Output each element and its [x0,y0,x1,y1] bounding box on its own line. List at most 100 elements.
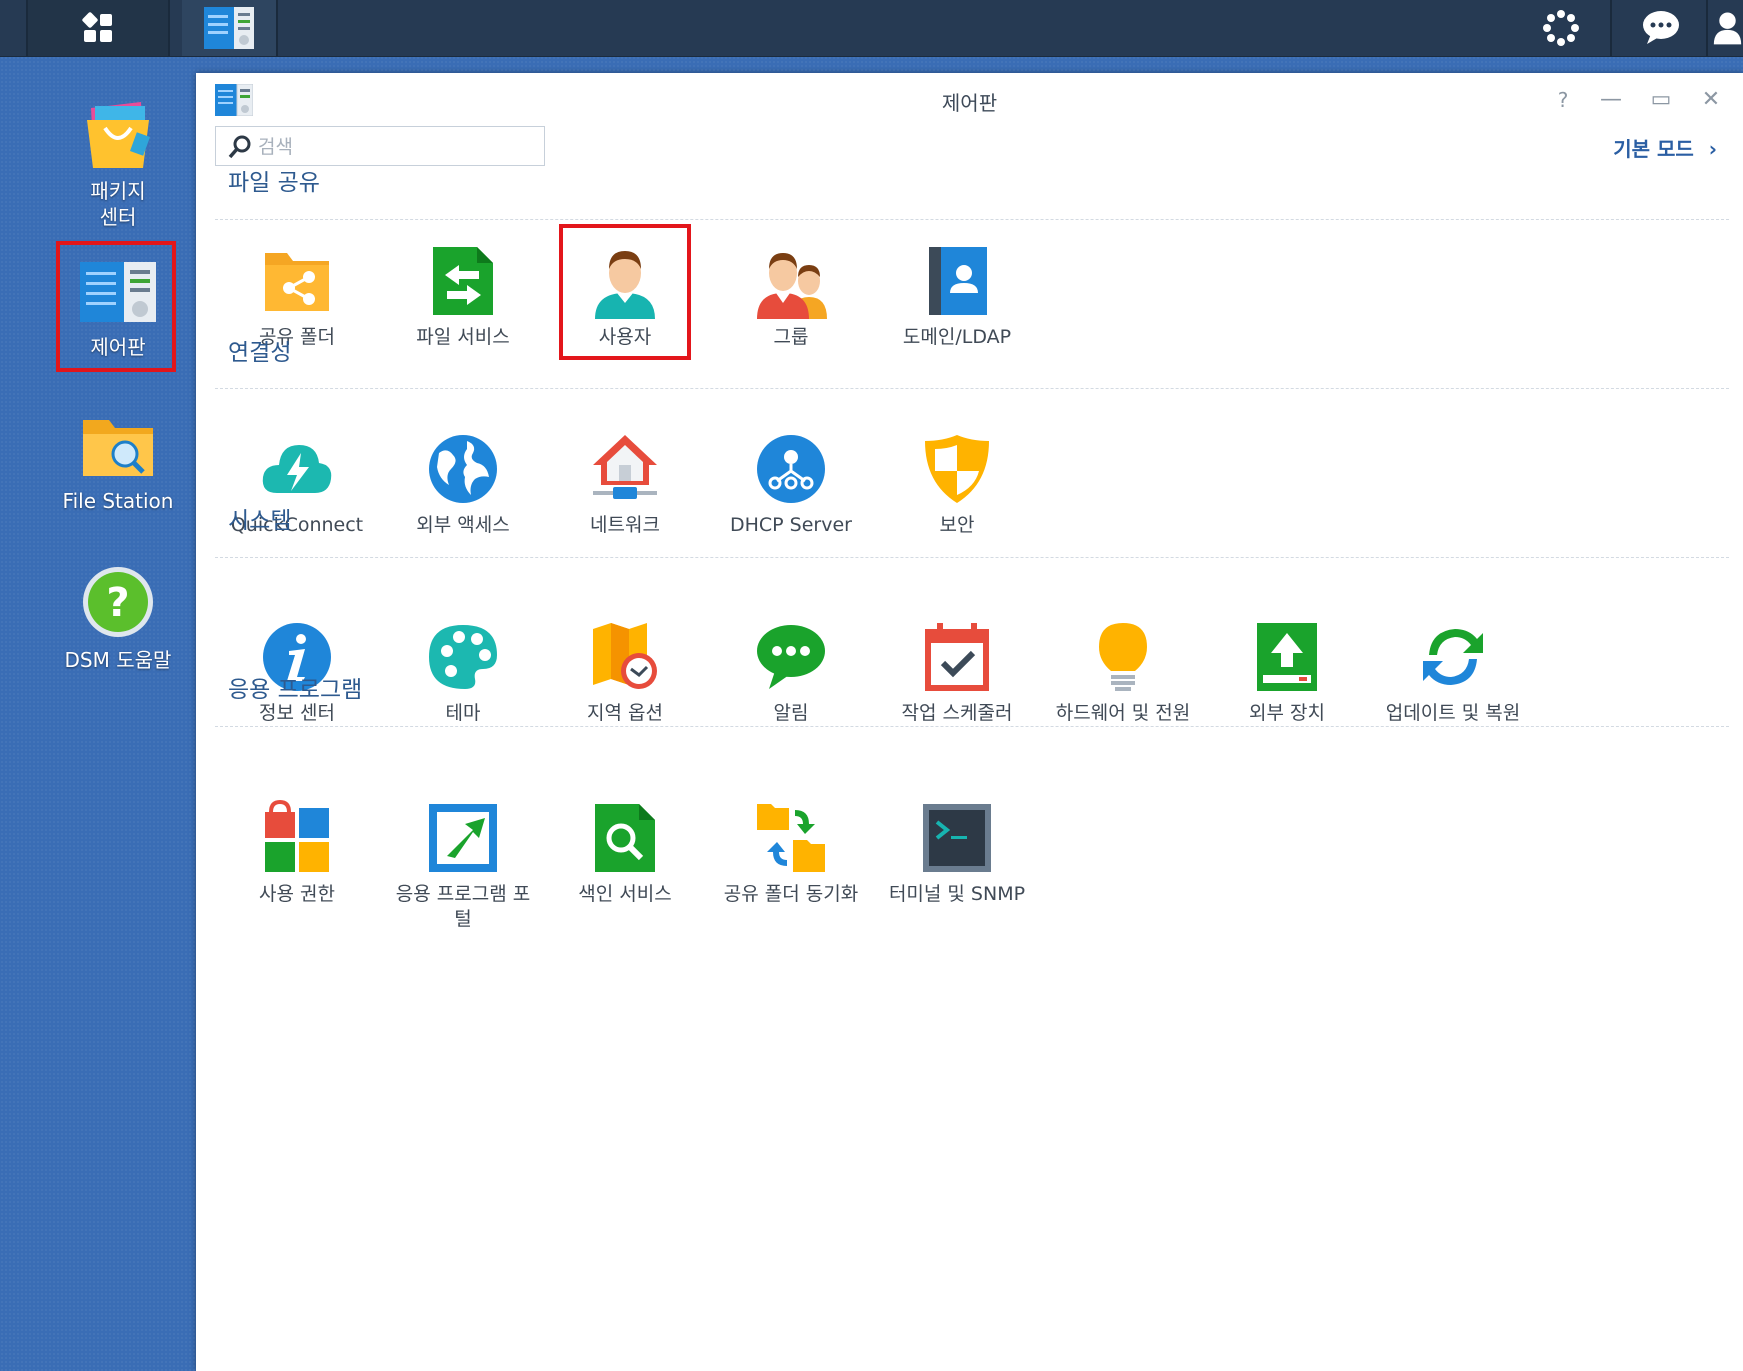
minimize-button[interactable]: — [1598,87,1624,113]
speech-bubble-icon [757,625,825,689]
item-label: 터미널 및 SNMP [888,883,1026,905]
shield-icon [925,435,989,503]
search-input[interactable] [256,132,540,162]
item-label: 도메인/LDAP [902,326,1012,348]
desktop-label: DSM 도움말 [64,648,172,672]
globe-icon [429,435,497,503]
chat-icon [1643,11,1679,44]
desktop-file-station[interactable]: File Station [52,412,184,514]
lightbulb-icon [1099,623,1147,691]
item-hardware-power[interactable]: 하드웨어 및 전원 [1048,619,1198,726]
user-menu-button[interactable] [1712,0,1743,56]
shared-folder-icon [265,253,329,311]
item-application-privileges[interactable]: 사용 권한 [222,800,372,907]
folder-sync-icon [757,804,825,872]
privileges-icon [265,800,329,872]
user-icon [1713,12,1742,45]
item-label: 그룹 [773,326,809,348]
control-panel-icon [204,7,254,49]
control-panel-icon [80,262,156,322]
section-title-applications: 응용 프로그램 [228,677,363,703]
desktop-package-center[interactable]: 패키지 센터 [52,98,184,230]
section-divider [215,388,1729,389]
svg-text:?: ? [106,580,129,626]
grid-icon [82,12,112,42]
item-label: DHCP Server [730,514,852,536]
maximize-button[interactable]: ▭ [1648,87,1674,113]
item-label: 알림 [773,702,809,724]
item-application-portal[interactable]: 응용 프로그램 포 털 [388,800,538,932]
item-file-services[interactable]: 파일 서비스 [388,243,538,350]
terminal-icon [923,804,991,872]
item-label: 색인 서비스 [578,883,672,905]
desktop-label: File Station [62,489,174,513]
palette-icon [429,625,497,689]
user-icon [595,251,655,319]
taskbar-separator [1610,0,1612,56]
item-indexing-service[interactable]: 색인 서비스 [550,800,700,907]
taskbar-control-panel-button[interactable] [182,0,276,56]
item-label: 업데이트 및 복원 [1385,702,1521,724]
main-menu-button[interactable] [28,0,168,56]
window-title: 제어판 [941,91,998,115]
item-security[interactable]: 보안 [882,431,1032,538]
item-label: 보안 [939,514,975,536]
indexing-service-icon [595,804,655,872]
item-label: 외부 액세스 [416,514,510,536]
basic-mode-link[interactable]: 기본 모드 › [1613,133,1717,162]
item-dhcp-server[interactable]: DHCP Server [716,431,866,538]
item-update-restore[interactable]: 업데이트 및 복원 [1378,619,1528,726]
item-label: 정보 센터 [259,702,335,724]
basic-mode-label: 기본 모드 [1613,137,1694,161]
item-regional-options[interactable]: 지역 옵션 [550,619,700,726]
desktop-dsm-help[interactable]: ? DSM 도움말 [52,565,184,673]
domain-ldap-icon [929,247,987,315]
item-terminal-snmp[interactable]: 터미널 및 SNMP [882,800,1032,907]
search-box[interactable] [215,126,545,166]
item-shared-folder-sync[interactable]: 공유 폴더 동기화 [716,800,866,907]
section-title-file-sharing: 파일 공유 [228,170,320,196]
update-restore-icon [1423,629,1483,685]
desktop-label: 센터 [99,205,137,229]
item-label: 응용 프로그램 포 [395,883,531,905]
item-label: 공유 폴더 동기화 [723,883,859,905]
chevron-right-icon: › [1708,137,1717,161]
item-external-access[interactable]: 외부 액세스 [388,431,538,538]
item-user[interactable]: 사용자 [550,243,700,350]
item-label: 지역 옵션 [587,702,663,724]
section-divider [215,557,1729,558]
map-clock-icon [593,623,657,689]
taskbar [0,0,1743,57]
desktop-control-panel[interactable]: 제어판 [52,262,184,360]
item-network[interactable]: 네트워크 [550,431,700,538]
quickconnect-icon [262,445,332,493]
item-notification[interactable]: 알림 [716,619,866,726]
section-divider [215,219,1729,220]
item-group[interactable]: 그룹 [716,243,866,350]
widgets-button[interactable] [1520,0,1602,56]
widgets-icon [1543,10,1579,46]
item-label: 네트워크 [590,514,660,536]
item-task-scheduler[interactable]: 작업 스케줄러 [882,619,1032,726]
close-button[interactable]: ✕ [1698,87,1724,113]
item-label: 하드웨어 및 전원 [1055,702,1191,724]
item-label: 외부 장치 [1249,702,1325,724]
dhcp-icon [757,435,825,503]
chat-button[interactable] [1620,0,1702,56]
taskbar-separator [1706,0,1708,56]
desktop-label: 제어판 [90,335,146,359]
external-device-icon [1257,623,1317,691]
control-panel-window: 제어판 ? — ▭ ✕ 기본 모드 › 파일 공유 공유 폴더 파일 서비스 [196,73,1743,1371]
item-label: 사용자 [598,326,652,348]
item-domain-ldap[interactable]: 도메인/LDAP [882,243,1032,350]
help-button[interactable]: ? [1550,87,1576,113]
item-label: 털 [454,908,472,930]
item-external-devices[interactable]: 외부 장치 [1212,619,1362,726]
section-title-system: 시스템 [228,508,292,534]
item-theme[interactable]: 테마 [388,619,538,726]
network-icon [593,435,657,499]
help-icon: ? [83,567,153,637]
section-divider [215,726,1729,727]
file-services-icon [433,247,493,315]
item-label: 테마 [445,702,481,724]
